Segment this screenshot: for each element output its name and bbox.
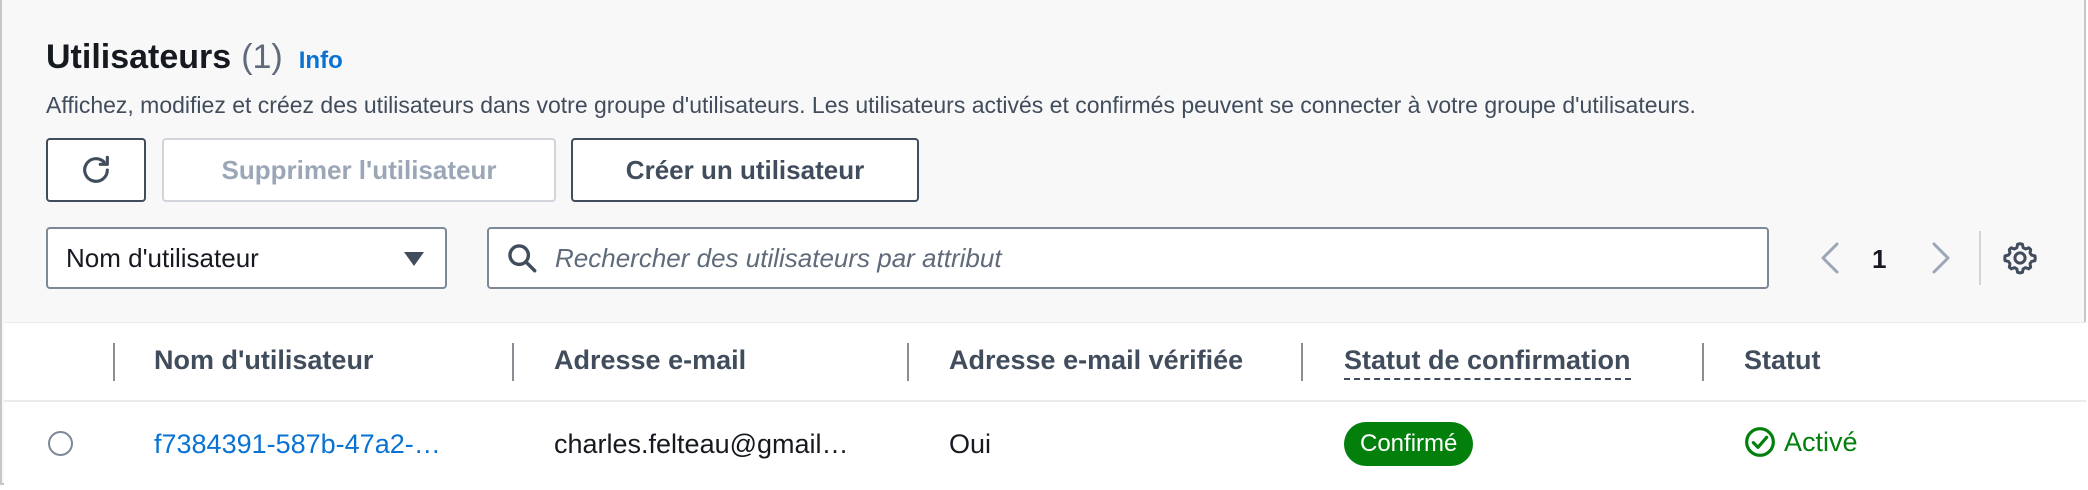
column-header-status[interactable]: Statut bbox=[1744, 345, 1821, 376]
row-select-radio[interactable] bbox=[48, 431, 73, 456]
panel-description: Affichez, modifiez et créez des utilisat… bbox=[46, 92, 1696, 118]
attribute-select-value: Nom d'utilisateur bbox=[66, 242, 259, 273]
gear-icon[interactable] bbox=[2002, 240, 2038, 276]
info-link[interactable]: Info bbox=[299, 47, 343, 75]
page-title: Utilisateurs bbox=[46, 38, 232, 76]
search-input[interactable] bbox=[553, 241, 1767, 275]
table-row[interactable]: f7384391-587b-47a2-… charles.felteau@gma… bbox=[4, 402, 2086, 485]
column-separator bbox=[907, 343, 909, 381]
refresh-button[interactable] bbox=[46, 138, 146, 202]
check-circle-icon bbox=[1745, 427, 1775, 457]
column-header-confirmation-status[interactable]: Statut de confirmation bbox=[1344, 345, 1631, 380]
column-separator bbox=[512, 343, 514, 381]
column-header-email-verified[interactable]: Adresse e-mail vérifiée bbox=[949, 345, 1243, 376]
user-count: (1) bbox=[241, 38, 283, 76]
email-cell: charles.felteau@gmail… bbox=[554, 429, 849, 459]
confirmation-status-badge: Confirmé bbox=[1344, 422, 1474, 466]
create-user-button[interactable]: Créer un utilisateur bbox=[571, 138, 919, 202]
column-separator bbox=[113, 343, 115, 381]
user-status: Activé bbox=[1744, 426, 1858, 458]
chevron-right-icon[interactable] bbox=[1926, 238, 1956, 278]
column-header-username[interactable]: Nom d'utilisateur bbox=[154, 345, 373, 376]
refresh-icon bbox=[83, 155, 109, 183]
email-verified-cell: Oui bbox=[949, 429, 992, 459]
chevron-left-icon[interactable] bbox=[1815, 238, 1845, 278]
caret-down-icon bbox=[404, 252, 424, 266]
pagination-divider bbox=[1979, 231, 1981, 285]
search-box[interactable] bbox=[487, 227, 1769, 289]
column-separator bbox=[1301, 343, 1303, 381]
username-link[interactable]: f7384391-587b-47a2-… bbox=[154, 429, 441, 460]
table-header: Nom d'utilisateur Adresse e-mail Adresse… bbox=[4, 322, 2086, 402]
search-icon bbox=[508, 244, 537, 273]
panel-header: Utilisateurs (1) Info bbox=[46, 38, 343, 77]
delete-user-button[interactable]: Supprimer l'utilisateur bbox=[162, 138, 556, 202]
column-header-email[interactable]: Adresse e-mail bbox=[554, 345, 746, 376]
user-status-label: Activé bbox=[1784, 426, 1858, 457]
column-separator bbox=[1702, 343, 1704, 381]
users-panel: Utilisateurs (1) Info Affichez, modifiez… bbox=[0, 0, 2086, 485]
attribute-select[interactable]: Nom d'utilisateur bbox=[46, 227, 447, 289]
current-page-number[interactable]: 1 bbox=[1872, 244, 1886, 275]
